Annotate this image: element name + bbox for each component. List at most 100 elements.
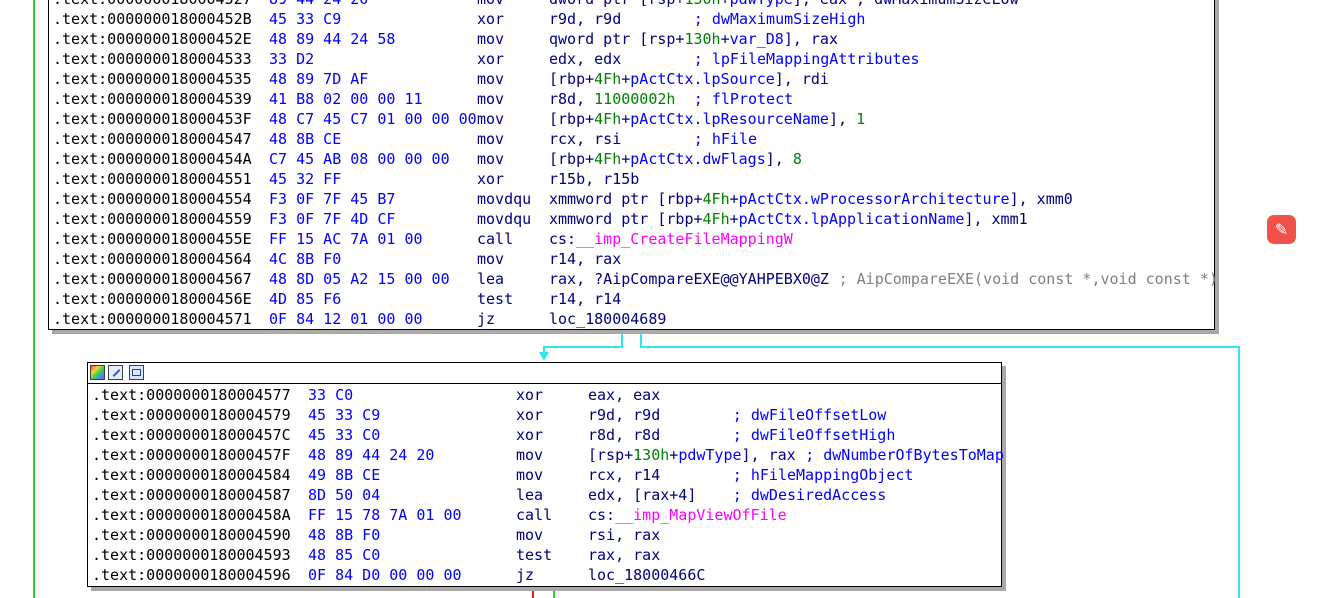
address: .text:0000000180004584 (92, 466, 291, 484)
mnemonic: mov (477, 90, 505, 108)
operand-token: pActCtx.wProcessorArchitecture (738, 190, 1010, 208)
opcode-bytes: 45 32 FF (269, 170, 342, 188)
comment: ; dwDesiredAccess (732, 486, 887, 504)
operand-token: 130h (633, 446, 670, 464)
asm-line[interactable]: .text:0000000180004571 0F 84 12 01 00 00 j… (53, 309, 666, 329)
comment: ; AipCompareEXE(void const *,void const … (838, 270, 1218, 288)
mnemonic: lea (516, 486, 544, 504)
opcode-bytes: 48 8B CE (269, 130, 342, 148)
address: .text:0000000180004564 (53, 250, 252, 268)
graph-icon[interactable] (129, 365, 144, 380)
comment: ; hFile (693, 130, 758, 148)
mnemonic: movdqu (477, 190, 532, 208)
operands: dword ptr [rsp+130h+pdwType], eax ; dwMa… (549, 0, 1019, 9)
opcode-bytes: 0F 84 D0 00 00 00 (308, 566, 462, 584)
graph-canvas[interactable]: .text:0000000180004527 89 44 24 20 mov d… (0, 0, 1329, 598)
asm-line[interactable]: .text:0000000180004533 33 D2 xor edx, edx ; … (53, 49, 920, 69)
asm-line[interactable]: .text:0000000180004559 F3 0F 7F 4D CF movd… (53, 209, 1028, 229)
opcode-bytes: 33 D2 (269, 50, 315, 68)
color-palette-icon[interactable] (90, 365, 105, 380)
operand-token: 130h (684, 30, 721, 48)
asm-line[interactable]: .text:0000000180004547 48 8B CE mov rcx, rs… (53, 129, 757, 149)
operand-token: 8 (792, 150, 802, 168)
mnemonic: mov (477, 30, 505, 48)
address: .text:0000000180004533 (53, 50, 252, 68)
operand-token: 4Fh (702, 210, 730, 228)
basic-block-top[interactable]: .text:0000000180004527 89 44 24 20 mov d… (48, 0, 1218, 330)
asm-line[interactable]: .text:000000018000456E 4D 85 F6 test r14, r… (53, 289, 621, 309)
operands: [rsp+130h+pdwType], rax (588, 446, 796, 464)
operand-token: pActCtx.lpResourceName (630, 110, 829, 128)
magic-wand-icon[interactable]: ✎ (1267, 215, 1296, 244)
operand-token: 11000002h (594, 90, 676, 108)
asm-line[interactable]: .text:000000018000452B 45 33 C9 xor r9d, r9… (53, 9, 865, 29)
asm-line[interactable]: .text:0000000180004554 F3 0F 7F 45 B7 movd… (53, 189, 1073, 209)
address: .text:000000018000458A (92, 506, 291, 524)
opcode-bytes: 48 8B F0 (308, 526, 381, 544)
mnemonic: lea (477, 270, 505, 288)
address: .text:000000018000456E (53, 290, 252, 308)
address: .text:0000000180004590 (92, 526, 291, 544)
asm-line[interactable]: .text:0000000180004564 4C 8B F0 mov r14, ra… (53, 249, 621, 269)
operands: rcx, r14 (588, 466, 661, 484)
mnemonic: mov (516, 466, 544, 484)
edge-left-green (33, 0, 35, 598)
mnemonic: mov (477, 0, 504, 9)
asm-line[interactable]: .text:000000018000454A C7 45 AB 08 00 00 … (53, 149, 802, 169)
edge-true-branch-horizontal (543, 346, 623, 348)
opcode-bytes: 0F 84 12 01 00 00 (269, 310, 423, 328)
operand-token: 4Fh (594, 150, 622, 168)
asm-line[interactable]: .text:000000018000452E 48 89 44 24 58 mov q… (53, 29, 838, 49)
operand-token: __imp_MapViewOfFile (615, 506, 787, 524)
operands: rax, rax (588, 546, 661, 564)
edit-icon[interactable] (108, 365, 123, 380)
opcode-bytes: 49 8B CE (308, 466, 381, 484)
basic-block-bottom[interactable]: .text:0000000180004577 33 C0 xor eax, eax .t… (87, 362, 1004, 587)
mnemonic: mov (477, 150, 505, 168)
address: .text:000000018000452E (53, 30, 252, 48)
opcode-bytes: 4D 85 F6 (269, 290, 342, 308)
address: .text:000000018000452B (53, 10, 252, 28)
opcode-bytes: 48 89 7D AF (269, 70, 369, 88)
address: .text:000000018000453F (53, 110, 252, 128)
comment: ; flProtect (693, 90, 794, 108)
operand-token: pActCtx.dwFlags (630, 150, 766, 168)
asm-line[interactable]: .text:0000000180004567 48 8D 05 A2 15 00 … (53, 269, 1218, 289)
opcode-bytes: 48 89 44 24 20 (308, 446, 435, 464)
operand-token: pdwType (678, 446, 742, 464)
opcode-bytes: FF 15 AC 7A 01 00 (269, 230, 423, 248)
asm-line[interactable]: .text:000000018000453F 48 C7 45 C7 01 00 … (53, 109, 865, 129)
mnemonic: xor (477, 50, 505, 68)
operands: rcx, rsi (549, 130, 622, 148)
opcode-bytes: 45 33 C0 (308, 426, 381, 444)
comment: ; lpFileMappingAttributes (693, 50, 920, 68)
operands: r15b, r15b (549, 170, 640, 188)
opcode-bytes: 41 B8 02 00 00 11 (269, 90, 423, 108)
edge-bottom-red (532, 587, 534, 598)
mnemonic: call (516, 506, 553, 524)
asm-line[interactable]: .text:0000000180004551 45 32 FF xor r15b, r… (53, 169, 639, 189)
operands: [rbp+4Fh+pActCtx.lpSource], rdi (549, 70, 829, 88)
operands: r9d, r9d (549, 10, 622, 28)
mnemonic: mov (477, 130, 505, 148)
opcode-bytes: 48 89 44 24 58 (269, 30, 396, 48)
operand-token: __imp_CreateFileMappingW (576, 230, 793, 248)
operands: r14, rax (549, 250, 622, 268)
operand-token: 4Fh (594, 110, 622, 128)
asm-line[interactable]: .text:0000000180004539 41 B8 02 00 00 11 m… (53, 89, 793, 109)
operands: edx, edx (549, 50, 622, 68)
opcode-bytes: FF 15 78 7A 01 00 (308, 506, 462, 524)
operands: cs:__imp_MapViewOfFile (588, 506, 787, 524)
top-block-lines: .text:0000000180004527 89 44 24 20 mov d… (53, 0, 1218, 329)
address: .text:0000000180004539 (53, 90, 252, 108)
asm-line[interactable]: .text:0000000180004527 89 44 24 20 mov d… (53, 0, 1019, 9)
mnemonic: xor (516, 386, 544, 404)
address: .text:000000018000457C (92, 426, 291, 444)
operands: [rbp+4Fh+pActCtx.dwFlags], 8 (549, 150, 802, 168)
comment: ; dwFileOffsetHigh (732, 426, 896, 444)
asm-line[interactable]: .text:0000000180004535 48 89 7D AF mov [rbp… (53, 69, 829, 89)
comment: ; dwNumberOfBytesToMap (805, 446, 1004, 464)
mnemonic: mov (516, 446, 544, 464)
asm-line[interactable]: .text:000000018000455E FF 15 AC 7A 01 00 c… (53, 229, 793, 249)
operands: edx, [rax+4] (588, 486, 697, 504)
